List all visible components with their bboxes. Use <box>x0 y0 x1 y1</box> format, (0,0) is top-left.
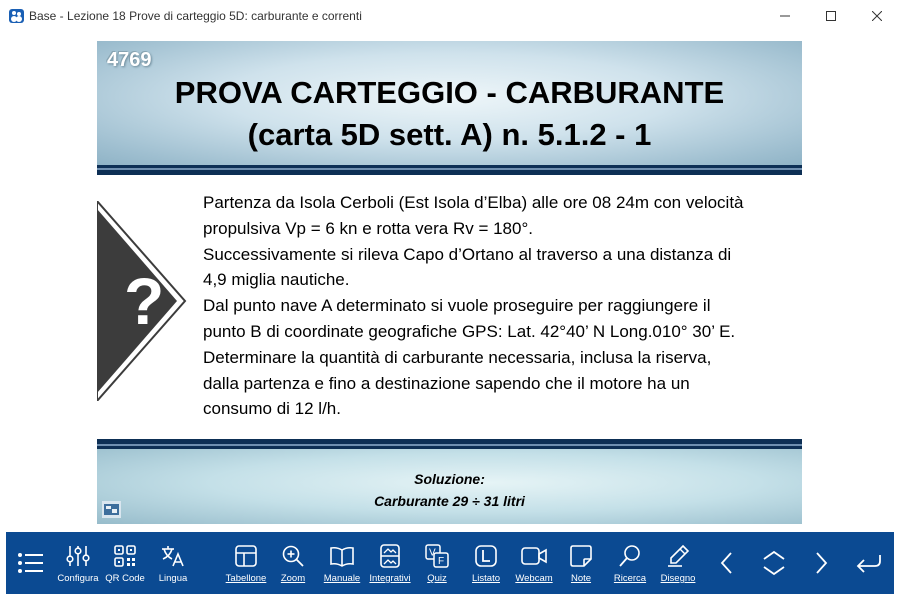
problem-line: dalla partenza e fino a destinazione sap… <box>203 373 690 393</box>
search-icon <box>619 545 640 567</box>
book-icon <box>330 546 354 567</box>
toolbar-label: QR Code <box>105 573 145 584</box>
slide-subtitle: (carta 5D sett. A) n. 5.1.2 - 1 <box>247 117 652 152</box>
toolbar-label: Tabellone <box>225 573 267 584</box>
return-icon <box>856 555 881 573</box>
toolbar-configura-button[interactable]: Configura <box>57 532 99 594</box>
problem-line: Partenza da Isola Cerboli (Est Isola d’E… <box>203 193 744 212</box>
image-stack-icon <box>380 544 400 568</box>
app-users-icon <box>9 9 24 23</box>
webcam-icon <box>521 547 547 565</box>
solution-value: Carburante 29 ÷ 31 litri <box>374 493 525 509</box>
toolbar-webcam-button[interactable]: Webcam <box>512 532 556 594</box>
toolbar-label: Integrativi <box>369 573 411 584</box>
toolbar-note-button[interactable]: Note <box>562 532 600 594</box>
return-button[interactable] <box>849 532 889 594</box>
toolbar-label: Webcam <box>515 573 553 584</box>
solution-label: Soluzione: <box>414 471 485 487</box>
maximize-button[interactable] <box>808 0 854 32</box>
title-bar: Base - Lezione 18 Prove di carteggio 5D:… <box>0 0 900 32</box>
toolbar-tabellone-button[interactable]: Tabellone <box>224 532 268 594</box>
toolbar-label: Manuale <box>323 573 361 584</box>
toolbar-quiz-button[interactable]: V F Quiz <box>419 532 455 594</box>
problem-text: Partenza da Isola Cerboli (Est Isola d’E… <box>203 190 799 422</box>
minimize-button[interactable] <box>762 0 808 32</box>
pen-icon <box>668 544 690 567</box>
toolbar-label: Quiz <box>427 573 447 584</box>
toolbar-label: Note <box>570 573 592 584</box>
menu-button[interactable] <box>11 532 51 594</box>
publisher-logo-icon <box>102 501 121 518</box>
bottom-toolbar: Configura QR Code Lingua Tabellone Zoom … <box>6 532 894 594</box>
listato-icon <box>475 545 497 567</box>
close-button[interactable] <box>854 0 900 32</box>
close-icon <box>872 11 882 21</box>
question-mark: ? <box>124 264 164 338</box>
slide-title: PROVA CARTEGGIO - CARBURANTE <box>174 75 725 110</box>
toolbar-label: Configura <box>57 573 99 584</box>
minimize-icon <box>780 15 790 17</box>
problem-line: Determinare la quantità di carburante ne… <box>203 347 712 367</box>
chevron-left-icon <box>720 552 732 574</box>
slide-number: 4769 <box>107 49 152 71</box>
question-diamond-icon: ? <box>97 201 187 401</box>
toolbar-label: Ricerca <box>613 573 647 584</box>
problem-line: Successivamente si rileva Capo d’Ortano … <box>203 244 732 264</box>
toolbar-label: Lingua <box>158 573 188 584</box>
problem-line: 4,9 miglia nautiche. <box>203 270 350 290</box>
toolbar-lingua-button[interactable]: Lingua <box>153 532 193 594</box>
slide-header: 4769 PROVA CARTEGGIO - CARBURANTE (carta… <box>97 41 802 165</box>
slide: 4769 PROVA CARTEGGIO - CARBURANTE (carta… <box>97 41 802 524</box>
sliders-icon <box>66 546 90 566</box>
toolbar-label: Disegno <box>660 573 696 584</box>
toolbar-disegno-button[interactable]: Disegno <box>657 532 699 594</box>
chevron-right-icon <box>816 552 828 574</box>
toolbar-integrativi-button[interactable]: Integrativi <box>366 532 414 594</box>
problem-line: consumo di 12 l/h. <box>203 399 341 419</box>
toolbar-label: Zoom <box>280 573 306 584</box>
next-slide-button[interactable] <box>801 532 841 594</box>
problem-line: Dal punto nave A determinato si vuole pr… <box>203 296 711 316</box>
collapse-icon <box>763 550 785 576</box>
toolbar-manuale-button[interactable]: Manuale <box>320 532 364 594</box>
window-title: Base - Lezione 18 Prove di carteggio 5D:… <box>29 9 362 23</box>
problem-line: propulsiva Vp = 6 kn e rotta vera Rv = 1… <box>203 218 533 238</box>
toolbar-ricerca-button[interactable]: Ricerca <box>608 532 652 594</box>
toolbar-qr-code-button[interactable]: QR Code <box>104 532 146 594</box>
previous-slide-button[interactable] <box>707 532 747 594</box>
toolbar-label: Listato <box>472 573 500 584</box>
toolbar-listato-button[interactable]: Listato <box>466 532 506 594</box>
slide-footer: Soluzione: Carburante 29 ÷ 31 litri <box>97 449 802 524</box>
quiz-icon: V F <box>425 544 449 568</box>
grid-icon <box>235 545 257 567</box>
zoom-in-icon <box>282 545 304 567</box>
svg-text:F: F <box>438 556 444 567</box>
toolbar-zoom-button[interactable]: Zoom <box>273 532 313 594</box>
qr-code-icon <box>114 545 136 567</box>
collapse-toolbar-button[interactable] <box>754 532 794 594</box>
translate-icon <box>162 546 184 567</box>
note-icon <box>570 545 592 567</box>
list-icon <box>18 553 43 573</box>
maximize-icon <box>826 11 836 21</box>
problem-line: punto B di coordinate geografiche GPS: L… <box>203 321 736 341</box>
